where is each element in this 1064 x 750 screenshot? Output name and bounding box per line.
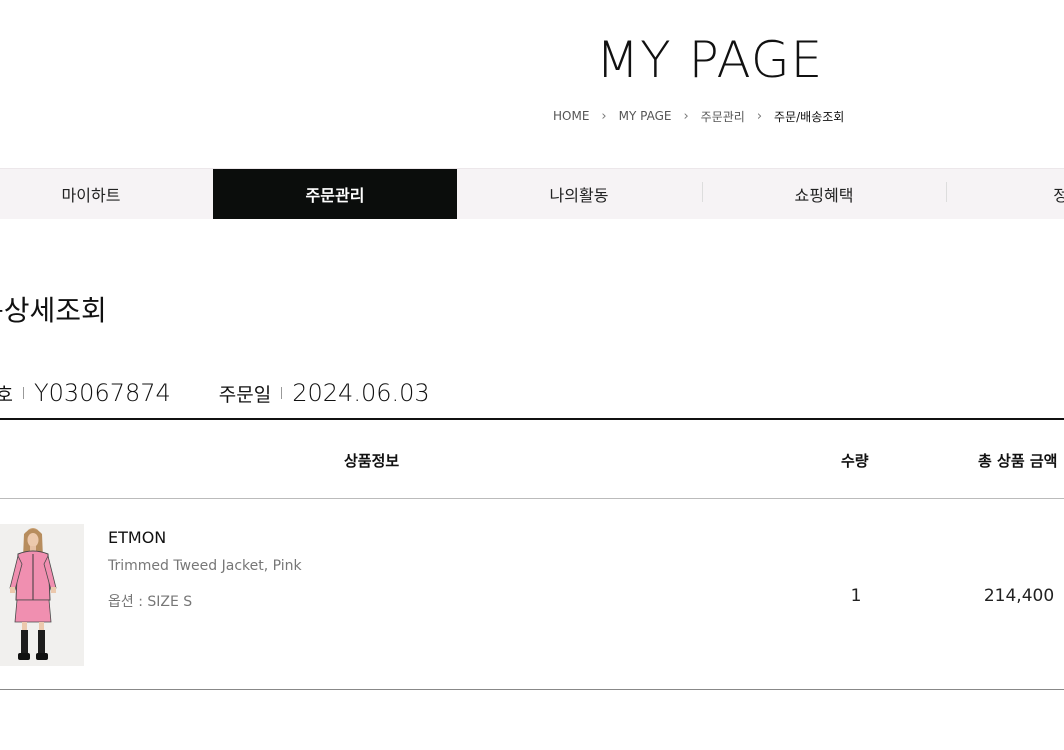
chevron-right-icon: › bbox=[683, 108, 689, 124]
breadcrumb-home[interactable]: HOME bbox=[553, 109, 589, 123]
chevron-right-icon: › bbox=[601, 108, 607, 124]
product-thumbnail[interactable] bbox=[0, 524, 84, 666]
total-price-header: 총 상품 금액 bbox=[978, 452, 1058, 470]
breadcrumb-order-delivery: 주문/배송조회 bbox=[774, 109, 845, 124]
product-option: 옵션 : SIZE S bbox=[108, 594, 193, 610]
table-bottom-border bbox=[0, 689, 1064, 690]
breadcrumb-mypage[interactable]: MY PAGE bbox=[619, 109, 672, 123]
product-quantity: 1 bbox=[850, 586, 862, 606]
product-total-price: 214,400 bbox=[983, 586, 1055, 606]
tab-info[interactable]: 정보 bbox=[946, 169, 1064, 219]
order-number-label: 번호 bbox=[0, 383, 13, 406]
product-image bbox=[0, 524, 84, 666]
product-name[interactable]: Trimmed Tweed Jacket, Pink bbox=[108, 558, 302, 574]
tab-shopping-benefits[interactable]: 쇼핑혜택 bbox=[702, 169, 946, 219]
chevron-right-icon: › bbox=[756, 108, 763, 124]
product-info-header: 상품정보 bbox=[344, 452, 400, 470]
section-title: 문상세조회 bbox=[0, 294, 107, 327]
tab-my-activity[interactable]: 나의활동 bbox=[457, 169, 701, 219]
breadcrumb-order-management[interactable]: 주문관리 bbox=[701, 108, 745, 125]
breadcrumb: HOME › MY PAGE › 주문관리 › 주문/배송조회 bbox=[553, 107, 844, 125]
table-top-border bbox=[0, 418, 1064, 420]
order-info: 번호 Y03067874 주문일 2024.06.03 bbox=[0, 378, 430, 408]
tab-my-heart[interactable]: 마이하트 bbox=[0, 169, 213, 219]
quantity-header: 수량 bbox=[841, 452, 869, 470]
mypage-tab-bar: 마이하트 주문관리 나의활동 쇼핑혜택 정보 bbox=[0, 168, 1064, 219]
separator bbox=[22, 387, 24, 399]
order-number: Y03067874 bbox=[33, 379, 171, 407]
tab-order-management[interactable]: 주문관리 bbox=[213, 169, 457, 219]
order-date-label: 주문일 bbox=[218, 383, 272, 406]
product-brand[interactable]: ETMON bbox=[108, 528, 166, 547]
separator bbox=[281, 387, 283, 399]
table-header-divider bbox=[0, 498, 1064, 499]
order-date: 2024.06.03 bbox=[292, 379, 430, 407]
page-title: MY PAGE bbox=[596, 31, 824, 89]
